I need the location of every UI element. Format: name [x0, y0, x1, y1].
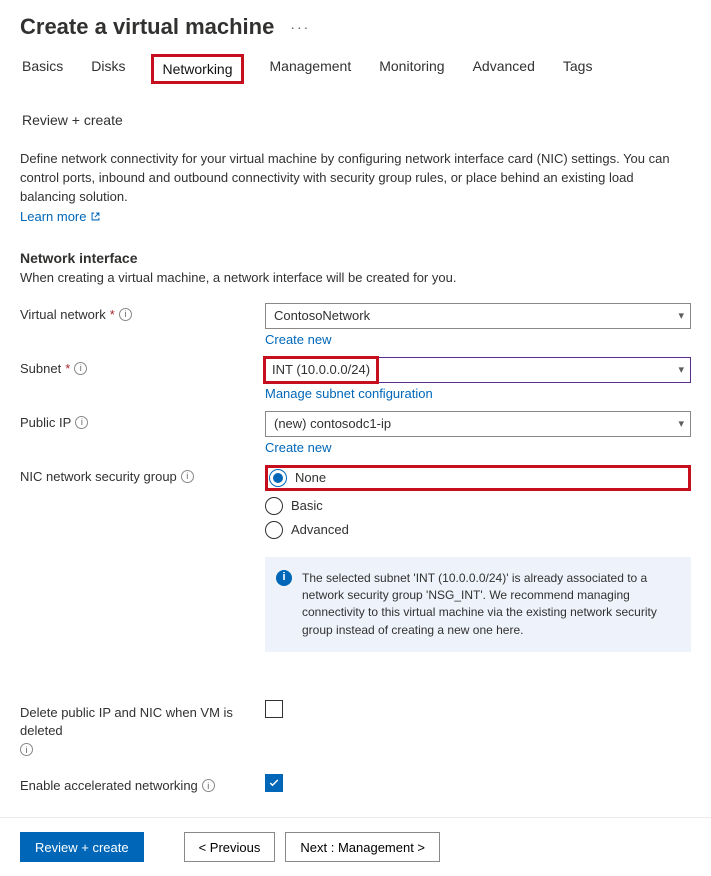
subnet-select[interactable]: INT (10.0.0.0/24) ▾: [265, 357, 691, 383]
delete-ip-nic-checkbox[interactable]: [265, 700, 283, 718]
vnet-label: Virtual network: [20, 307, 106, 322]
more-actions-icon[interactable]: ···: [290, 19, 310, 35]
info-badge-icon: i: [276, 570, 292, 586]
radio-icon: [269, 469, 287, 487]
nsg-label: NIC network security group: [20, 469, 177, 484]
chevron-down-icon: ▾: [678, 417, 684, 430]
info-icon[interactable]: i: [75, 416, 88, 429]
intro-text: Define network connectivity for your vir…: [20, 150, 691, 207]
vnet-create-new-link[interactable]: Create new: [265, 332, 331, 347]
required-star: *: [110, 307, 115, 322]
tab-review[interactable]: Review + create: [20, 108, 125, 132]
nsg-advanced-label: Advanced: [291, 522, 349, 537]
learn-more-label: Learn more: [20, 209, 86, 224]
vnet-select[interactable]: ContosoNetwork ▾: [265, 303, 691, 329]
footer-bar: Review + create < Previous Next : Manage…: [0, 817, 711, 876]
info-icon[interactable]: i: [74, 362, 87, 375]
public-ip-create-new-link[interactable]: Create new: [265, 440, 331, 455]
review-create-button[interactable]: Review + create: [20, 832, 144, 862]
tab-advanced[interactable]: Advanced: [471, 54, 537, 84]
section-subtext: When creating a virtual machine, a netwo…: [20, 270, 691, 285]
nsg-radio-group: None Basic Advanced: [265, 465, 691, 539]
page-title: Create a virtual machine: [20, 14, 274, 40]
info-icon[interactable]: i: [20, 743, 33, 756]
nsg-radio-none[interactable]: None: [269, 469, 326, 487]
section-title-network-interface: Network interface: [20, 250, 691, 266]
accel-net-label: Enable accelerated networking: [20, 778, 198, 793]
next-button[interactable]: Next : Management >: [285, 832, 440, 862]
info-icon[interactable]: i: [181, 470, 194, 483]
info-icon[interactable]: i: [202, 779, 215, 792]
tab-tags[interactable]: Tags: [561, 54, 595, 84]
nsg-basic-label: Basic: [291, 498, 323, 513]
tab-networking[interactable]: Networking: [151, 54, 243, 84]
public-ip-select[interactable]: (new) contosodc1-ip ▾: [265, 411, 691, 437]
vnet-value: ContosoNetwork: [274, 308, 370, 323]
tabs-bar: Basics Disks Networking Management Monit…: [20, 54, 691, 132]
tab-disks[interactable]: Disks: [89, 54, 127, 84]
public-ip-value: (new) contosodc1-ip: [274, 416, 391, 431]
check-icon: [268, 777, 280, 789]
public-ip-label: Public IP: [20, 415, 71, 430]
nsg-info-text: The selected subnet 'INT (10.0.0.0/24)' …: [302, 571, 657, 637]
chevron-down-icon: ▾: [678, 309, 684, 322]
nsg-info-box: i The selected subnet 'INT (10.0.0.0/24)…: [265, 557, 691, 653]
nsg-none-label: None: [295, 470, 326, 485]
tab-management[interactable]: Management: [268, 54, 354, 84]
tab-basics[interactable]: Basics: [20, 54, 65, 84]
info-icon[interactable]: i: [119, 308, 132, 321]
radio-icon: [265, 521, 283, 539]
learn-more-link[interactable]: Learn more: [20, 209, 101, 224]
radio-icon: [265, 497, 283, 515]
chevron-down-icon: ▾: [678, 363, 684, 376]
external-link-icon: [90, 211, 101, 222]
subnet-manage-link[interactable]: Manage subnet configuration: [265, 386, 433, 401]
subnet-label: Subnet: [20, 361, 61, 376]
nsg-radio-advanced[interactable]: Advanced: [265, 521, 691, 539]
subnet-value: INT (10.0.0.0/24): [266, 359, 376, 381]
required-star: *: [65, 361, 70, 376]
previous-button[interactable]: < Previous: [184, 832, 276, 862]
nsg-radio-basic[interactable]: Basic: [265, 497, 691, 515]
delete-ip-nic-label: Delete public IP and NIC when VM is dele…: [20, 704, 265, 739]
tab-monitoring[interactable]: Monitoring: [377, 54, 446, 84]
accel-net-checkbox[interactable]: [265, 774, 283, 792]
